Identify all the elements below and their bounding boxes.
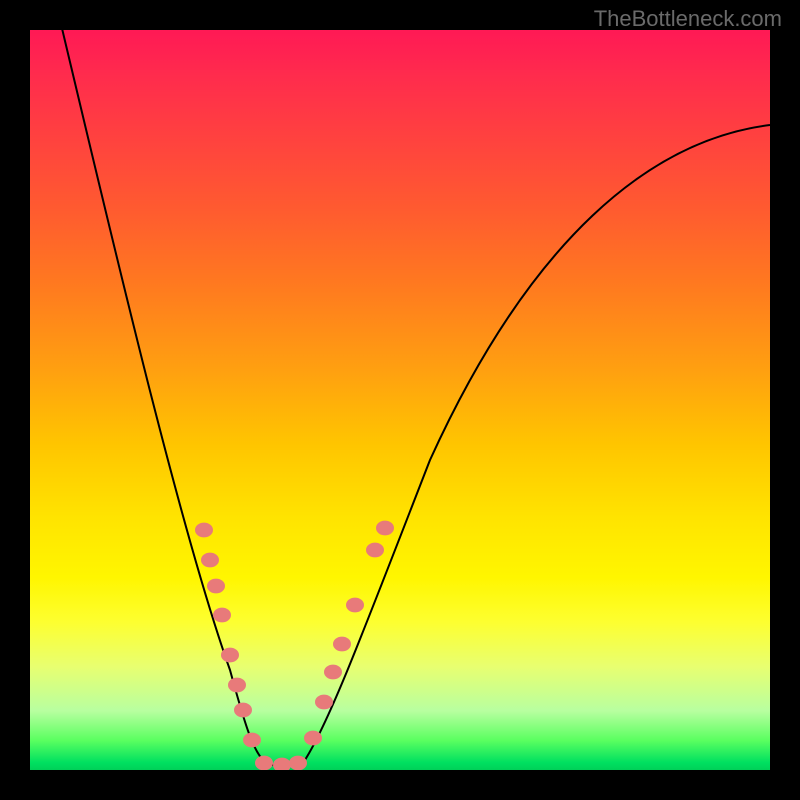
data-marker xyxy=(195,523,213,538)
data-marker xyxy=(228,678,246,693)
data-marker xyxy=(315,695,333,710)
data-marker xyxy=(376,521,394,536)
data-marker xyxy=(289,756,307,770)
data-marker xyxy=(346,598,364,613)
data-marker xyxy=(255,756,273,770)
data-marker xyxy=(324,665,342,680)
data-marker xyxy=(207,579,225,594)
data-marker xyxy=(234,703,252,718)
marker-group xyxy=(195,521,394,770)
data-marker xyxy=(273,758,291,770)
curve-line xyxy=(60,30,770,765)
data-marker xyxy=(221,648,239,663)
data-marker xyxy=(366,543,384,558)
watermark-text: TheBottleneck.com xyxy=(594,6,782,32)
curve-group xyxy=(60,30,770,765)
chart-plot-area xyxy=(30,30,770,770)
data-marker xyxy=(333,637,351,652)
chart-svg xyxy=(30,30,770,770)
data-marker xyxy=(243,733,261,748)
data-marker xyxy=(201,553,219,568)
data-marker xyxy=(213,608,231,623)
data-marker xyxy=(304,731,322,746)
